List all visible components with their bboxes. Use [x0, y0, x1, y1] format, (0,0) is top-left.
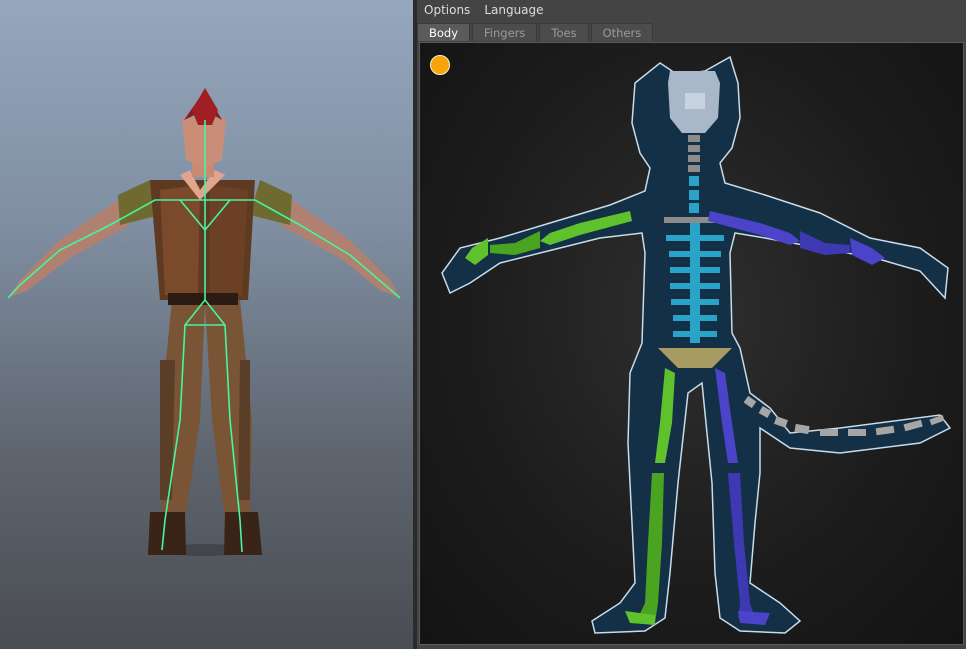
skeleton-diagram: [441, 55, 952, 634]
menu-language[interactable]: Language: [477, 0, 550, 21]
3d-viewport[interactable]: [0, 0, 413, 649]
tab-body[interactable]: Body: [417, 23, 471, 41]
skeleton-canvas[interactable]: [419, 42, 964, 645]
tab-others[interactable]: Others: [590, 23, 654, 41]
menu-options[interactable]: Options: [417, 0, 477, 21]
tab-toes[interactable]: Toes: [539, 23, 589, 41]
tab-fingers[interactable]: Fingers: [472, 23, 538, 41]
character-controls-panel: Options Language Body Fingers Toes Other…: [417, 0, 966, 649]
menu-bar: Options Language: [417, 0, 966, 21]
tab-bar: Body Fingers Toes Others: [417, 21, 966, 41]
character-model: [7, 88, 401, 556]
